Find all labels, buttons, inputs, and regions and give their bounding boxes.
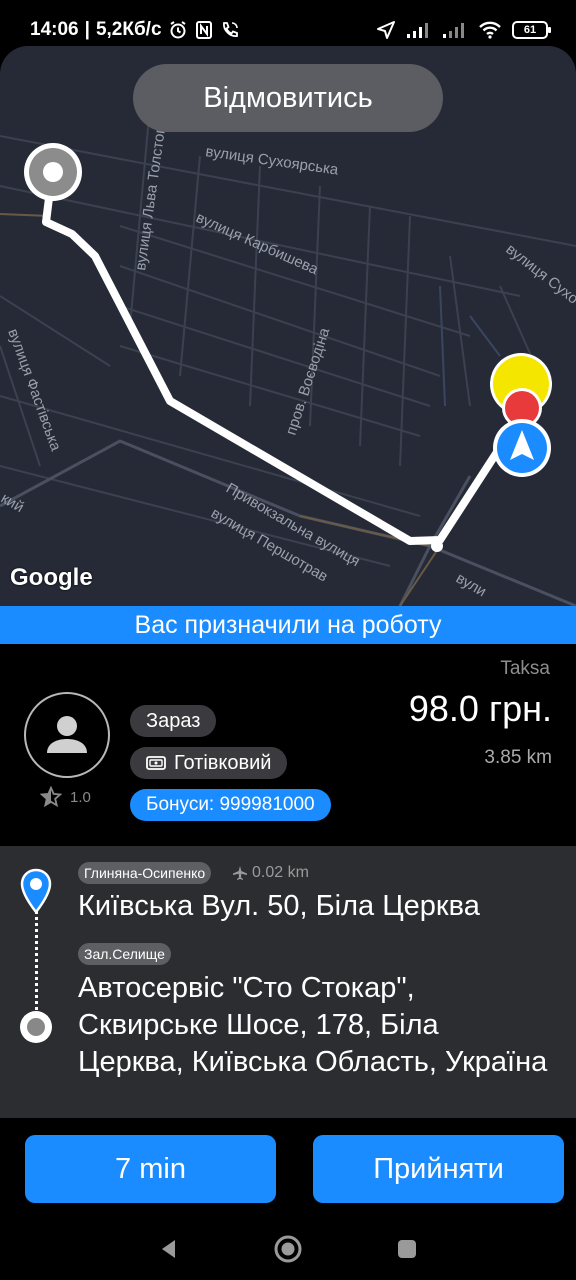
plane-icon — [233, 866, 247, 880]
navigation-arrow-icon[interactable] — [493, 419, 551, 477]
time-button[interactable]: 7 min — [25, 1135, 276, 1203]
route-connector — [35, 904, 38, 1022]
to-address: Автосервіс "Сто Стокар", Сквирське Шосе,… — [78, 972, 548, 1078]
status-time: 14:06 — [30, 19, 79, 40]
when-chip: Зараз — [130, 705, 217, 737]
street-label: вули — [453, 570, 489, 601]
status-separator: | — [84, 19, 90, 40]
location-arrow-icon — [376, 20, 396, 40]
route-line — [42, 170, 539, 545]
street-label: вулиця Сухо — [503, 241, 576, 308]
star-icon — [40, 786, 62, 808]
signal-1-icon — [406, 21, 432, 39]
pickup-distance-value: 0.02 km — [252, 864, 309, 881]
recents-icon[interactable] — [395, 1237, 419, 1261]
home-icon[interactable] — [273, 1234, 303, 1264]
rating: 1.0 — [40, 786, 91, 808]
tariff-label: Taksa — [500, 658, 550, 679]
status-speed: 5,2Кб/с — [95, 19, 162, 40]
call-wifi-icon — [220, 20, 240, 40]
pickup-pin-icon — [20, 868, 52, 914]
payment-label: Готівковий — [174, 751, 272, 774]
wifi-icon — [478, 21, 502, 39]
user-icon — [47, 716, 87, 753]
street-label: вулиця Сухоярська — [204, 143, 340, 179]
rating-value: 1.0 — [70, 788, 91, 806]
price: 98.0 грн. — [408, 688, 552, 729]
street-label: вулиця Фастівська — [4, 327, 64, 454]
payment-chip: Готівковий — [130, 747, 288, 779]
system-nav-bar — [0, 1218, 576, 1280]
destination-dot-icon — [20, 1011, 52, 1043]
cash-icon — [146, 756, 166, 770]
assignment-banner: Вас призначили на роботу — [0, 606, 576, 644]
alarm-icon — [168, 20, 188, 40]
to-zone-tag: Зал.Селище — [78, 943, 171, 965]
accept-button[interactable]: Прийняти — [313, 1135, 564, 1203]
from-address: Київська Вул. 50, Біла Церква — [78, 890, 480, 922]
start-marker-icon[interactable] — [24, 143, 82, 201]
nfc-icon — [194, 20, 214, 40]
back-icon[interactable] — [157, 1237, 181, 1261]
route-node — [431, 540, 443, 552]
street-label: пров. Воєводіна — [283, 325, 334, 437]
google-logo: Google — [10, 564, 93, 591]
map-view[interactable]: вулиця Сухоярська вулиця Льва Толстого в… — [0, 46, 576, 606]
from-zone-tag: Глиняна-Осипенко — [78, 862, 212, 884]
order-info-panel: 1.0 Зараз Готівковий Бонуси: 999981000 T… — [0, 644, 576, 846]
action-bar: 7 min Прийняти — [0, 1118, 576, 1218]
signal-2-icon — [442, 21, 468, 39]
battery-icon: 61 — [512, 21, 551, 39]
street-label: вулиця Льва Толстого — [132, 119, 170, 271]
pickup-distance: 0.02 km — [232, 862, 309, 884]
route-panel: Глиняна-Осипенко 0.02 km Київська Вул. 5… — [0, 846, 576, 1118]
pickup-marker-icon[interactable] — [490, 353, 552, 428]
bonus-chip: Бонуси: 999981000 — [130, 789, 331, 821]
battery-level: 61 — [523, 24, 537, 36]
trip-distance: 3.85 km — [484, 747, 552, 768]
decline-button[interactable]: Відмовитись — [133, 64, 443, 132]
avatar — [24, 692, 110, 778]
